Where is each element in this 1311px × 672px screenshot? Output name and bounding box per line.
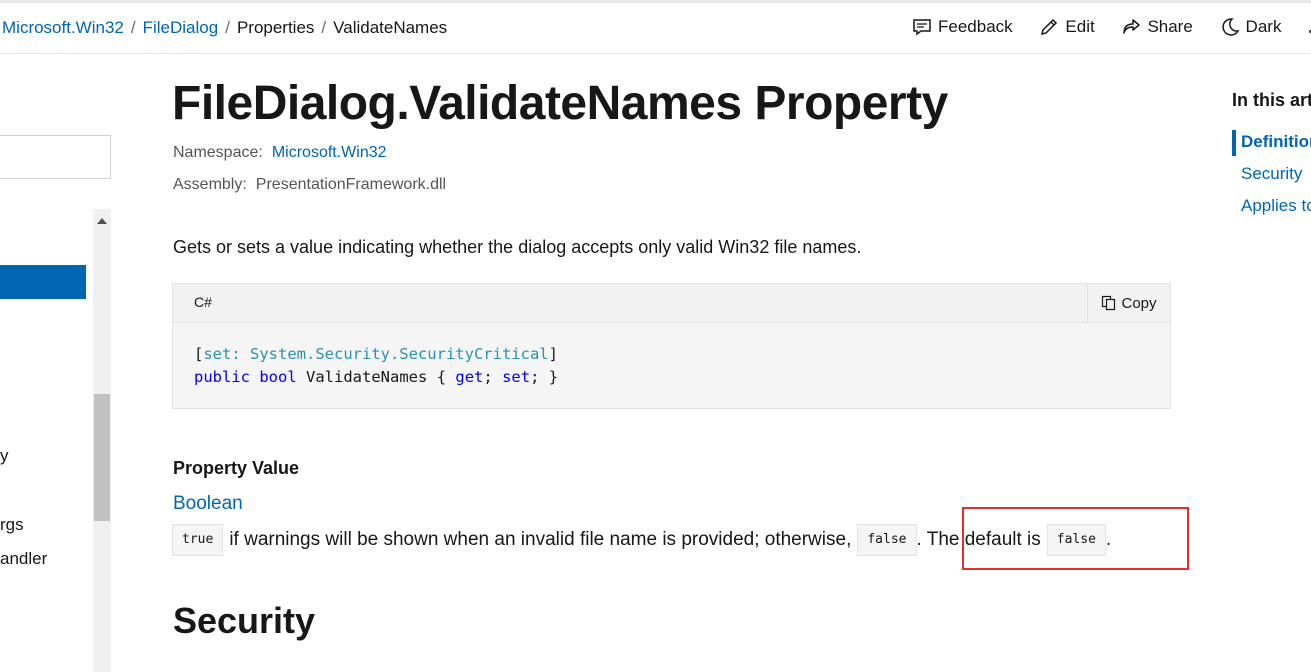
toc-item-applies-to[interactable]: Applies to (1241, 196, 1311, 216)
namespace-line: Namespace: Microsoft.Win32 (173, 144, 387, 162)
feedback-icon (913, 19, 931, 36)
breadcrumb-separator: / (225, 18, 230, 37)
code-token: [ (194, 345, 204, 363)
code-token: ; } (530, 368, 559, 386)
copy-button[interactable]: Copy (1087, 284, 1170, 322)
edit-label: Edit (1065, 17, 1095, 36)
page-title: FileDialog.ValidateNames Property (172, 77, 948, 130)
nav-item-partial[interactable]: andler (0, 549, 47, 569)
assembly-line: Assembly: PresentationFramework.dll (173, 176, 446, 194)
property-type-link[interactable]: Boolean (173, 493, 243, 515)
pencil-icon (1041, 18, 1058, 36)
security-heading: Security (173, 600, 316, 641)
copy-icon (1102, 295, 1116, 311)
code-keyword: set (502, 368, 531, 386)
code-token: ] (548, 345, 558, 363)
copy-label: Copy (1121, 294, 1157, 312)
dark-label: Dark (1245, 17, 1282, 36)
code-content: [set: System.Security.SecurityCritical] … (194, 343, 558, 389)
namespace-link[interactable]: Microsoft.Win32 (272, 144, 387, 161)
value-description-text: if warnings will be shown when an invali… (229, 529, 852, 550)
share-icon (1123, 19, 1141, 34)
nav-item-partial[interactable]: y (0, 446, 9, 466)
code-attribute: set: System.Security.SecurityCritical (203, 345, 549, 363)
code-keyword: bool (259, 368, 297, 386)
page-actions: Feedback Edit Share Dark </> (912, 17, 1311, 42)
summary-text: Gets or sets a value indicating whether … (173, 237, 862, 257)
code-keyword: public (194, 368, 250, 386)
scroll-up-arrow-icon[interactable] (97, 218, 107, 224)
breadcrumb-item-properties[interactable]: Properties (237, 18, 314, 37)
left-nav: y rgs andler (0, 54, 112, 672)
toc-title: In this article (1232, 90, 1311, 110)
top-bar: Microsoft.Win32 / FileDialog / Properties / Va… (0, 0, 1311, 54)
filter-input[interactable] (0, 135, 111, 179)
inline-code-true: true (172, 524, 224, 556)
toc-active-indicator (1232, 130, 1236, 156)
feedback-button[interactable]: Feedback (912, 17, 1013, 37)
code-keyword: get (455, 368, 484, 386)
breadcrumb-current: ValidateNames (333, 18, 448, 37)
nav-item-selected[interactable] (0, 265, 86, 299)
breadcrumb-separator: / (130, 18, 136, 37)
highlight-box (962, 507, 1189, 570)
inline-code-false: false (857, 524, 917, 556)
property-value-heading: Property Value (173, 458, 300, 478)
code-token: { (436, 368, 447, 386)
toc-item-definition[interactable]: Definition (1241, 132, 1311, 152)
assembly-value: PresentationFramework.dll (255, 176, 447, 193)
scrollbar-thumb[interactable] (94, 394, 110, 521)
share-button[interactable]: Share (1121, 17, 1193, 37)
breadcrumb-link-namespace[interactable]: Microsoft.Win32 (2, 18, 124, 37)
nav-item-partial[interactable]: rgs (0, 515, 24, 535)
moon-icon (1221, 18, 1240, 36)
table-of-contents: In this article Definition Security Appl… (1232, 90, 1311, 230)
nav-scrollbar[interactable] (93, 209, 111, 672)
code-token: ; (483, 368, 493, 386)
breadcrumb-separator: / (321, 18, 327, 37)
feedback-label: Feedback (938, 17, 1013, 36)
breadcrumb-link-class[interactable]: FileDialog (143, 18, 219, 37)
share-label: Share (1147, 17, 1193, 36)
assembly-label: Assembly: (173, 176, 247, 193)
edit-button[interactable]: Edit (1039, 17, 1095, 37)
code-identifier: ValidateNames (306, 368, 428, 386)
toc-item-security[interactable]: Security (1241, 164, 1302, 184)
breadcrumb: Microsoft.Win32 / FileDialog / Properties / Va… (2, 18, 447, 38)
dark-mode-toggle[interactable]: Dark (1220, 17, 1282, 37)
code-block: C# Copy [set: System.Security.SecurityCr… (172, 283, 1171, 409)
namespace-label: Namespace: (173, 144, 263, 161)
code-header: C# Copy (173, 284, 1170, 323)
code-language: C# (194, 294, 212, 310)
